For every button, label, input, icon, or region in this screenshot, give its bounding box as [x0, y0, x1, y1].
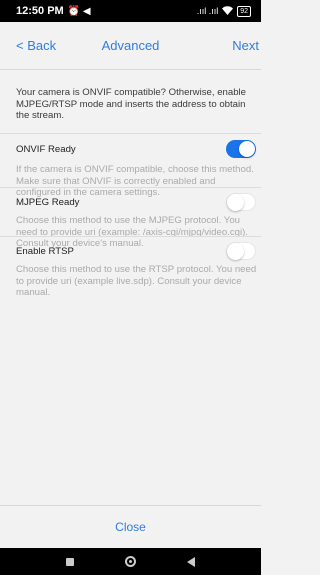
- back-triangle-icon[interactable]: [187, 556, 196, 567]
- status-bar: 12:50 PM ⏰ ◀ .ııl .ııl 92: [0, 0, 261, 22]
- option-description-rtsp: Choose this method to use the RTSP proto…: [16, 264, 257, 298]
- onvif-toggle[interactable]: [226, 140, 256, 158]
- navigation-bar: < Back Advanced Next: [0, 22, 261, 70]
- option-label-mjpeg: MJPEG Ready: [16, 197, 80, 208]
- signal-icon: .ııl .ııl: [196, 6, 219, 16]
- recent-apps-icon[interactable]: [65, 557, 74, 566]
- toggle-knob: [227, 194, 244, 211]
- system-navigation-bar: [0, 548, 261, 575]
- bottom-bar: Close: [0, 505, 261, 548]
- back-button[interactable]: < Back: [16, 38, 56, 53]
- option-rtsp: Enable RTSP Choose this method to use th…: [0, 236, 261, 316]
- option-label-rtsp: Enable RTSP: [16, 246, 74, 257]
- battery-icon: 92: [237, 5, 251, 17]
- option-label-onvif: ONVIF Ready: [16, 144, 76, 155]
- status-right-icons: .ııl .ııl 92: [196, 5, 251, 17]
- alarm-navigation-icons: ⏰ ◀: [67, 5, 91, 17]
- toggle-knob: [239, 141, 255, 157]
- close-button[interactable]: Close: [115, 520, 146, 534]
- rtsp-toggle[interactable]: [226, 242, 256, 260]
- intro-text: Your camera is ONVIF compatible? Otherwi…: [16, 87, 247, 121]
- mjpeg-toggle[interactable]: [226, 193, 256, 211]
- home-icon[interactable]: [124, 556, 136, 567]
- next-button[interactable]: Next: [232, 38, 259, 53]
- status-time: 12:50 PM: [16, 5, 64, 17]
- toggle-knob: [227, 243, 244, 260]
- wifi-icon: [222, 5, 234, 17]
